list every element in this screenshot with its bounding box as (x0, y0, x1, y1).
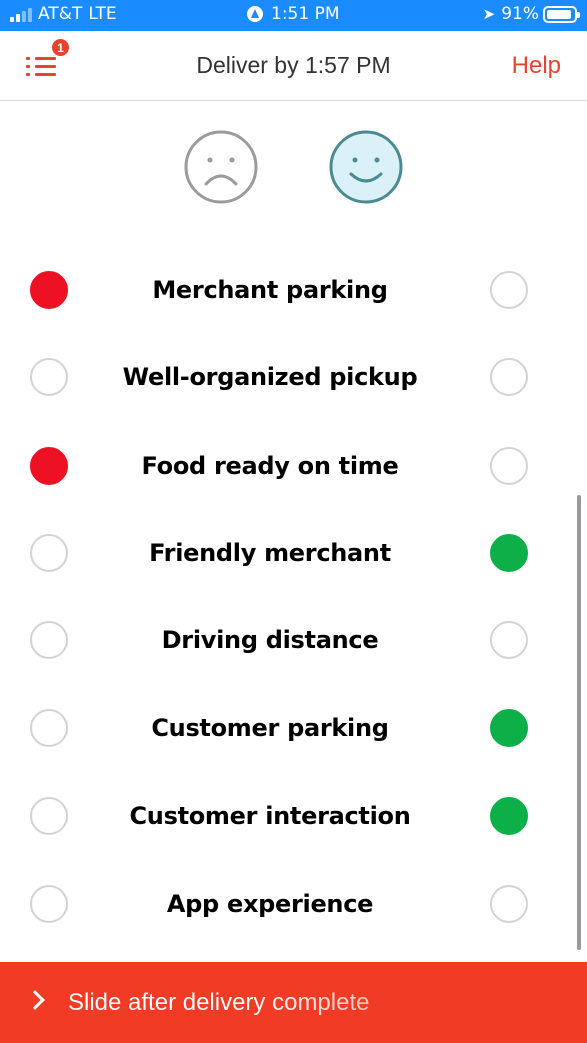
app-header: 1 Deliver by 1:57 PM Help (0, 31, 587, 101)
rating-row: Driving distance (0, 620, 587, 660)
network-label: LTE (88, 4, 117, 24)
battery-icon (543, 5, 580, 23)
rating-row: Friendly merchant (0, 533, 587, 573)
rating-label: Customer parking (151, 714, 389, 742)
sad-radio[interactable] (30, 797, 68, 835)
sad-face-icon[interactable] (184, 130, 258, 204)
rating-label: Customer interaction (129, 802, 411, 830)
happy-radio[interactable] (490, 358, 528, 396)
rating-label: Food ready on time (141, 452, 399, 480)
battery-percent: 91% (501, 4, 539, 24)
status-bar: AT&T LTE 1:51 PM ➤ 91% (0, 0, 587, 31)
rating-label: Driving distance (161, 626, 379, 654)
sad-radio[interactable] (30, 621, 68, 659)
sad-radio[interactable] (30, 709, 68, 747)
rating-row: Customer parking (0, 708, 587, 748)
rating-label: Friendly merchant (149, 539, 391, 567)
sad-radio[interactable] (30, 885, 68, 923)
rating-row: Customer interaction (0, 796, 587, 836)
rating-row: Well-organized pickup (0, 357, 587, 397)
slide-to-complete-bar[interactable]: Slide after delivery complete (0, 962, 587, 1043)
status-right: ➤ 91% (482, 4, 580, 24)
happy-radio[interactable] (490, 621, 528, 659)
rating-label: App experience (166, 890, 374, 918)
slide-label: Slide after delivery complete (68, 989, 370, 1016)
rating-row: Food ready on time (0, 446, 587, 486)
rating-label: Well-organized pickup (122, 363, 418, 391)
happy-radio[interactable] (490, 447, 528, 485)
carrier-label: AT&T (38, 4, 83, 24)
rating-row: Merchant parking (0, 270, 587, 310)
sad-radio[interactable] (30, 447, 68, 485)
happy-radio[interactable] (490, 709, 528, 747)
location-arrow-icon: ➤ (482, 5, 496, 23)
status-left: AT&T LTE (10, 4, 117, 24)
happy-radio[interactable] (490, 797, 528, 835)
help-link[interactable]: Help (512, 52, 561, 80)
sad-radio[interactable] (30, 271, 68, 309)
page-title: Deliver by 1:57 PM (196, 52, 391, 78)
happy-radio[interactable] (490, 271, 528, 309)
chevron-right-icon (25, 990, 45, 1010)
happy-radio[interactable] (490, 534, 528, 572)
happy-radio[interactable] (490, 885, 528, 923)
sad-radio[interactable] (30, 534, 68, 572)
rating-label: Merchant parking (152, 276, 388, 304)
scrollbar[interactable] (577, 495, 581, 950)
battery-fill (547, 9, 571, 19)
happy-face-icon[interactable] (329, 130, 403, 204)
status-center: 1:51 PM (247, 4, 340, 24)
status-time: 1:51 PM (271, 4, 340, 24)
sad-radio[interactable] (30, 358, 68, 396)
signal-icon (10, 6, 32, 22)
rating-row: App experience (0, 884, 587, 924)
navigation-icon (247, 6, 263, 22)
